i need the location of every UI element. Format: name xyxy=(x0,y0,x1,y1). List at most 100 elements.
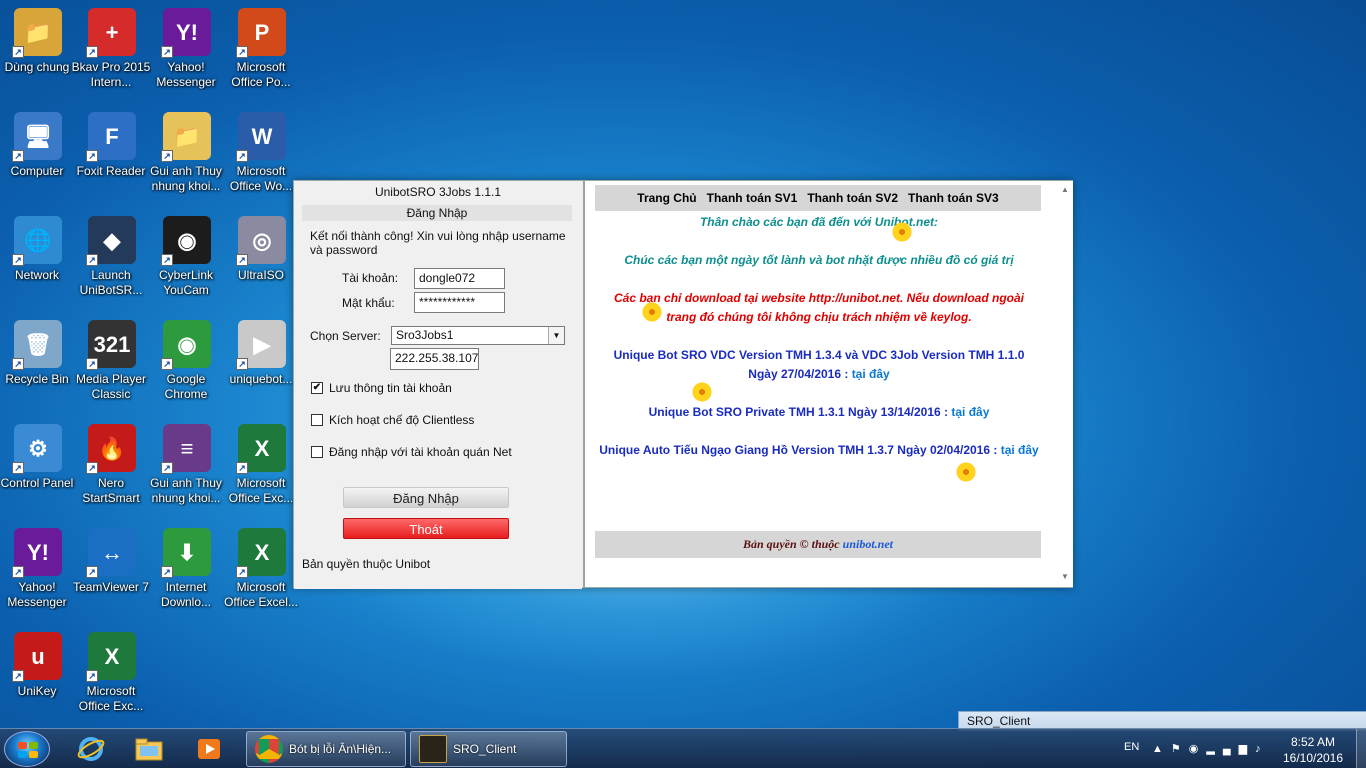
desktop-icon[interactable]: 321 ↗ Media Player Classic xyxy=(74,312,150,412)
flag-icon[interactable]: ⚑ xyxy=(1171,743,1189,755)
desktop-icon[interactable]: P ↗ Microsoft Office Po... xyxy=(224,0,300,100)
desktop-icon[interactable]: F ↗ Foxit Reader xyxy=(74,104,150,204)
nav-pay-sv3[interactable]: Thanh toán SV3 xyxy=(908,191,999,205)
desktop-icon[interactable]: ◆ ↗ Launch UniBotSR... xyxy=(74,208,150,308)
shield-icon[interactable]: ◉ xyxy=(1189,743,1207,755)
desktop-icon[interactable]: X ↗ Microsoft Office Excel... xyxy=(224,520,300,620)
explorer-icon[interactable] xyxy=(120,733,178,765)
internet-explorer-icon[interactable] xyxy=(62,733,120,765)
windows-logo-icon xyxy=(18,742,38,758)
desktop-icon-label: Bkav Pro 2015 Intern... xyxy=(71,60,151,89)
desktop-icon-label: CyberLink YouCam xyxy=(158,268,214,297)
web-scrollbar[interactable]: ▲ ▼ xyxy=(1057,181,1073,587)
nav-pay-sv2[interactable]: Thanh toán SV2 xyxy=(807,191,898,205)
desktop-icon[interactable]: ↔ ↗ TeamViewer 7 xyxy=(73,520,150,620)
foxit-reader-icon: F ↗ xyxy=(86,112,136,162)
login-panel: UnibotSRO 3Jobs 1.1.1 Đăng Nhập Kết nối … xyxy=(294,181,582,589)
desktop-icon[interactable]: 🖥 ↗ Computer xyxy=(0,104,76,204)
login-button[interactable]: Đăng Nhập xyxy=(343,487,509,508)
language-indicator[interactable]: EN xyxy=(1124,741,1139,753)
desktop-icon[interactable]: X ↗ Microsoft Office Exc... xyxy=(224,416,300,516)
chevron-down-icon[interactable]: ▼ xyxy=(548,327,564,344)
desktop-icon-label: Microsoft Office Exc... xyxy=(78,684,144,713)
desktop-icon-label: Foxit Reader xyxy=(76,164,146,178)
network-icon: 🌐 ↗ xyxy=(12,216,62,266)
server-select[interactable]: Sro3Jobs1 ▼ xyxy=(391,326,565,345)
password-label: Mật khẩu: xyxy=(342,296,395,310)
chrome-icon xyxy=(255,735,283,763)
desktop-icon[interactable]: W ↗ Microsoft Office Wo... xyxy=(224,104,300,204)
server-ip-input[interactable]: 222.255.38.107 xyxy=(390,348,479,370)
show-desktop-button[interactable] xyxy=(1356,729,1366,768)
desktop-icon[interactable]: 🔥 ↗ Nero StartSmart xyxy=(74,416,150,516)
shortcut-arrow-icon: ↗ xyxy=(86,46,98,58)
release-1-link[interactable]: tại đây xyxy=(852,367,890,381)
shortcut-arrow-icon: ↗ xyxy=(12,670,24,682)
footer-link[interactable]: unibot.net xyxy=(843,537,893,551)
desktop-icon-label: Microsoft Office Excel... xyxy=(224,580,298,609)
ultraiso-icon: ◎ ↗ xyxy=(236,216,286,266)
web-nav: Trang Chủ Thanh toán SV1 Thanh toán SV2 … xyxy=(595,185,1041,211)
word-icon: W ↗ xyxy=(236,112,286,162)
flower-icon xyxy=(691,381,713,403)
desktop-icon[interactable]: ≡ ↗ Gui anh Thuy nhung khoi... xyxy=(149,416,225,516)
desktop-icon[interactable]: Y! ↗ Yahoo! Messenger xyxy=(149,0,225,100)
desktop-icon[interactable]: ⬇ ↗ Internet Downlo... xyxy=(149,520,225,620)
taskbar-item-sro-client[interactable]: SRO_Client xyxy=(410,731,567,767)
desktop-icon[interactable]: 📁 ↗ Dùng chung xyxy=(0,0,76,100)
taskbar-item-chrome[interactable]: Bót bị lỗi Ân\Hiện... xyxy=(246,731,406,767)
shortcut-arrow-icon: ↗ xyxy=(236,462,248,474)
window-title: UnibotSRO 3Jobs 1.1.1 xyxy=(374,185,502,199)
desktop-icon[interactable]: 🌐 ↗ Network xyxy=(0,208,76,308)
desktop-icon[interactable]: ◉ ↗ Google Chrome xyxy=(149,312,225,412)
desktop-icon[interactable]: ◎ ↗ UltraISO xyxy=(224,208,300,308)
desktop-icon[interactable]: X ↗ Microsoft Office Exc... xyxy=(74,624,150,724)
bkav-icon: + ↗ xyxy=(86,8,136,58)
web-panel: Trang Chủ Thanh toán SV1 Thanh toán SV2 … xyxy=(583,181,1073,587)
signal-icon[interactable]: ▂▄▆ xyxy=(1206,743,1255,755)
shortcut-arrow-icon: ↗ xyxy=(236,566,248,578)
warning-text: Các bạn chỉ download tại website http://… xyxy=(614,291,1024,324)
desktop-icon[interactable]: 🗑 ↗ Recycle Bin xyxy=(0,312,76,412)
youcam-icon: ◉ ↗ xyxy=(161,216,211,266)
nav-pay-sv1[interactable]: Thanh toán SV1 xyxy=(707,191,798,205)
clientless-checkbox[interactable]: Kích hoạt chế độ Clientless xyxy=(311,413,474,427)
desktop-icon[interactable]: + ↗ Bkav Pro 2015 Intern... xyxy=(71,0,151,100)
release-2-link[interactable]: tại đây xyxy=(951,405,989,419)
show-hidden-icons-icon[interactable]: ▲ xyxy=(1152,743,1171,755)
scroll-up-icon[interactable]: ▲ xyxy=(1061,185,1069,194)
media-player-icon[interactable] xyxy=(180,733,238,765)
desktop-icon[interactable]: ⚙ ↗ Control Panel xyxy=(0,416,76,516)
taskbar-item-label: SRO_Client xyxy=(453,742,517,756)
exit-button[interactable]: Thoát xyxy=(343,518,509,539)
flower-icon xyxy=(955,461,977,483)
clock[interactable]: 8:52 AM 16/10/2016 xyxy=(1278,734,1348,766)
start-button[interactable] xyxy=(4,731,50,767)
desktop-icon-label: Launch UniBotSR... xyxy=(79,268,143,297)
shortcut-arrow-icon: ↗ xyxy=(236,254,248,266)
flower-icon xyxy=(641,301,663,323)
desktop-icon[interactable]: ◉ ↗ CyberLink YouCam xyxy=(149,208,225,308)
shortcut-arrow-icon: ↗ xyxy=(12,150,24,162)
desktop-icon-label: Network xyxy=(14,268,59,282)
taskbar-item-label: Bót bị lỗi Ân\Hiện... xyxy=(289,742,392,756)
desktop-icon-label: Microsoft Office Exc... xyxy=(228,476,294,505)
desktop-icon[interactable]: ▶ ↗ uniquebot... xyxy=(224,312,300,412)
desktop-icon[interactable]: u ↗ UniKey xyxy=(0,624,76,724)
desktop-icon[interactable]: 📁 ↗ Gui anh Thuy nhung khoi... xyxy=(149,104,225,204)
shortcut-arrow-icon: ↗ xyxy=(86,566,98,578)
scroll-down-icon[interactable]: ▼ xyxy=(1061,572,1069,581)
account-input[interactable]: dongle072 xyxy=(414,268,505,289)
shortcut-arrow-icon: ↗ xyxy=(236,358,248,370)
netcafe-checkbox[interactable]: Đăng nhập với tài khoản quán Net xyxy=(311,445,512,459)
password-input[interactable]: ************ xyxy=(414,292,505,313)
volume-icon[interactable]: ♪ xyxy=(1255,743,1269,755)
system-tray-icons[interactable]: ▲⚑◉▂▄▆♪ xyxy=(1152,742,1269,755)
remember-checkbox[interactable]: ✔ Lưu thông tin tài khoản xyxy=(311,381,452,395)
nav-home[interactable]: Trang Chủ xyxy=(637,191,696,205)
shortcut-arrow-icon: ↗ xyxy=(161,254,173,266)
desktop-icon[interactable]: Y! ↗ Yahoo! Messenger xyxy=(0,520,76,620)
release-3-link[interactable]: tại đây xyxy=(1001,443,1039,457)
shortcut-arrow-icon: ↗ xyxy=(86,358,98,370)
shortcut-arrow-icon: ↗ xyxy=(12,46,24,58)
